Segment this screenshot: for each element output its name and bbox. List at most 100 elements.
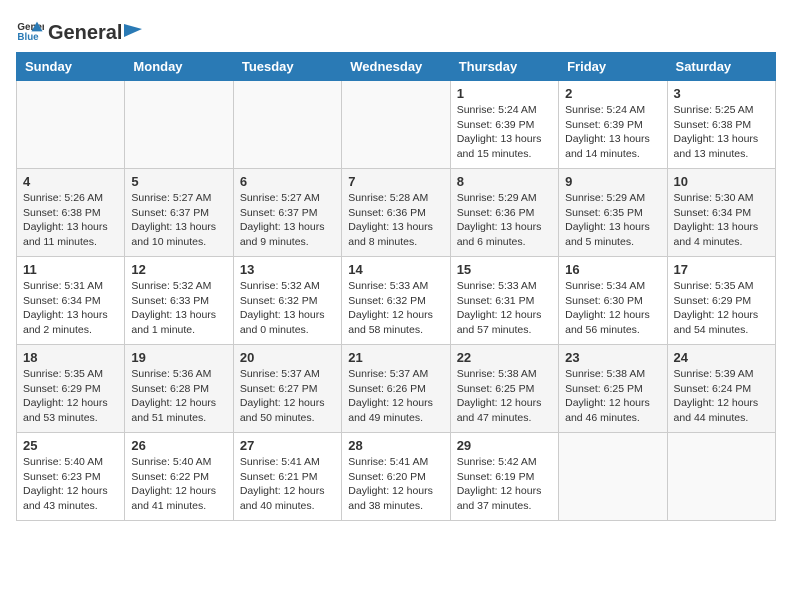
weekday-header: Monday [125,53,233,81]
day-info: Sunrise: 5:39 AM Sunset: 6:24 PM Dayligh… [674,367,769,426]
calendar-cell: 29 Sunrise: 5:42 AM Sunset: 6:19 PM Dayli… [450,433,558,521]
day-number: 20 [240,350,335,365]
svg-text:Blue: Blue [17,32,39,43]
day-info: Sunrise: 5:38 AM Sunset: 6:25 PM Dayligh… [565,367,660,426]
calendar-cell: 12Sunrise: 5:32 AM Sunset: 6:33 PM Dayli… [125,257,233,345]
calendar-cell: 25 Sunrise: 5:40 AM Sunset: 6:23 PM Dayli… [17,433,125,521]
calendar-cell: 7 Sunrise: 5:28 AM Sunset: 6:36 PM Daylig… [342,169,450,257]
calendar-cell: 15Sunrise: 5:33 AM Sunset: 6:31 PM Dayli… [450,257,558,345]
day-info: Sunrise: 5:40 AM Sunset: 6:23 PM Dayligh… [23,455,118,514]
day-number: 9 [565,174,660,189]
day-number: 21 [348,350,443,365]
day-number: 22 [457,350,552,365]
calendar-cell: 24Sunrise: 5:39 AM Sunset: 6:24 PM Dayli… [667,345,775,433]
day-info: Sunrise: 5:41 AM Sunset: 6:20 PM Dayligh… [348,455,443,514]
weekday-header: Sunday [17,53,125,81]
day-number: 14 [348,262,443,277]
calendar-header-row: SundayMondayTuesdayWednesdayThursdayFrid… [17,53,776,81]
day-number: 16 [565,262,660,277]
day-number: 5 [131,174,226,189]
calendar-cell: 13 Sunrise: 5:32 AM Sunset: 6:32 PM Dayli… [233,257,341,345]
logo-arrow [124,19,144,39]
day-number: 2 [565,86,660,101]
day-info: Sunrise: 5:25 AM Sunset: 6:38 PM Dayligh… [674,103,769,162]
day-number: 7 [348,174,443,189]
calendar-cell: 20 Sunrise: 5:37 AM Sunset: 6:27 PM Dayli… [233,345,341,433]
calendar-cell: 27Sunrise: 5:41 AM Sunset: 6:21 PM Dayli… [233,433,341,521]
weekday-header: Wednesday [342,53,450,81]
weekday-header: Friday [559,53,667,81]
logo-general: General [48,22,122,45]
day-number: 13 [240,262,335,277]
calendar-cell: 2 Sunrise: 5:24 AM Sunset: 6:39 PM Daylig… [559,81,667,169]
day-info: Sunrise: 5:38 AM Sunset: 6:25 PM Dayligh… [457,367,552,426]
day-info: Sunrise: 5:26 AM Sunset: 6:38 PM Dayligh… [23,191,118,250]
calendar-cell: 19 Sunrise: 5:36 AM Sunset: 6:28 PM Dayli… [125,345,233,433]
day-info: Sunrise: 5:36 AM Sunset: 6:28 PM Dayligh… [131,367,226,426]
calendar-cell: 23 Sunrise: 5:38 AM Sunset: 6:25 PM Dayli… [559,345,667,433]
day-number: 8 [457,174,552,189]
day-info: Sunrise: 5:34 AM Sunset: 6:30 PM Dayligh… [565,279,660,338]
calendar-cell: 3 Sunrise: 5:25 AM Sunset: 6:38 PM Daylig… [667,81,775,169]
day-number: 1 [457,86,552,101]
day-number: 10 [674,174,769,189]
day-info: Sunrise: 5:32 AM Sunset: 6:33 PM Dayligh… [131,279,226,338]
day-number: 25 [23,438,118,453]
day-number: 4 [23,174,118,189]
day-info: Sunrise: 5:29 AM Sunset: 6:36 PM Dayligh… [457,191,552,250]
logo: General Blue General [16,16,144,44]
day-info: Sunrise: 5:24 AM Sunset: 6:39 PM Dayligh… [565,103,660,162]
calendar-cell: 6 Sunrise: 5:27 AM Sunset: 6:37 PM Daylig… [233,169,341,257]
calendar-cell: 14 Sunrise: 5:33 AM Sunset: 6:32 PM Dayli… [342,257,450,345]
calendar-cell: 26Sunrise: 5:40 AM Sunset: 6:22 PM Dayli… [125,433,233,521]
calendar-cell: 28 Sunrise: 5:41 AM Sunset: 6:20 PM Dayli… [342,433,450,521]
calendar-week-row: 1 Sunrise: 5:24 AM Sunset: 6:39 PM Daylig… [17,81,776,169]
calendar-cell [342,81,450,169]
calendar-cell: 17Sunrise: 5:35 AM Sunset: 6:29 PM Dayli… [667,257,775,345]
weekday-header: Thursday [450,53,558,81]
day-number: 18 [23,350,118,365]
calendar-cell: 21Sunrise: 5:37 AM Sunset: 6:26 PM Dayli… [342,345,450,433]
calendar-cell: 18 Sunrise: 5:35 AM Sunset: 6:29 PM Dayli… [17,345,125,433]
day-info: Sunrise: 5:32 AM Sunset: 6:32 PM Dayligh… [240,279,335,338]
calendar-cell: 8 Sunrise: 5:29 AM Sunset: 6:36 PM Daylig… [450,169,558,257]
day-number: 19 [131,350,226,365]
calendar-cell: 22 Sunrise: 5:38 AM Sunset: 6:25 PM Dayli… [450,345,558,433]
day-info: Sunrise: 5:27 AM Sunset: 6:37 PM Dayligh… [131,191,226,250]
day-info: Sunrise: 5:30 AM Sunset: 6:34 PM Dayligh… [674,191,769,250]
day-number: 6 [240,174,335,189]
day-number: 29 [457,438,552,453]
calendar-cell [559,433,667,521]
day-info: Sunrise: 5:35 AM Sunset: 6:29 PM Dayligh… [23,367,118,426]
day-info: Sunrise: 5:42 AM Sunset: 6:19 PM Dayligh… [457,455,552,514]
calendar-cell [17,81,125,169]
day-number: 26 [131,438,226,453]
calendar-week-row: 18 Sunrise: 5:35 AM Sunset: 6:29 PM Dayli… [17,345,776,433]
calendar-cell: 11Sunrise: 5:31 AM Sunset: 6:34 PM Dayli… [17,257,125,345]
calendar-cell: 4 Sunrise: 5:26 AM Sunset: 6:38 PM Daylig… [17,169,125,257]
calendar-cell: 1 Sunrise: 5:24 AM Sunset: 6:39 PM Daylig… [450,81,558,169]
day-info: Sunrise: 5:28 AM Sunset: 6:36 PM Dayligh… [348,191,443,250]
calendar-week-row: 11Sunrise: 5:31 AM Sunset: 6:34 PM Dayli… [17,257,776,345]
calendar-cell: 10 Sunrise: 5:30 AM Sunset: 6:34 PM Dayli… [667,169,775,257]
logo-icon: General Blue [16,16,44,44]
day-info: Sunrise: 5:41 AM Sunset: 6:21 PM Dayligh… [240,455,335,514]
calendar-cell: 5 Sunrise: 5:27 AM Sunset: 6:37 PM Daylig… [125,169,233,257]
calendar-week-row: 25 Sunrise: 5:40 AM Sunset: 6:23 PM Dayli… [17,433,776,521]
day-number: 11 [23,262,118,277]
day-info: Sunrise: 5:37 AM Sunset: 6:27 PM Dayligh… [240,367,335,426]
calendar-cell [125,81,233,169]
day-info: Sunrise: 5:29 AM Sunset: 6:35 PM Dayligh… [565,191,660,250]
calendar-table: SundayMondayTuesdayWednesdayThursdayFrid… [16,52,776,521]
day-info: Sunrise: 5:27 AM Sunset: 6:37 PM Dayligh… [240,191,335,250]
day-info: Sunrise: 5:33 AM Sunset: 6:32 PM Dayligh… [348,279,443,338]
weekday-header: Tuesday [233,53,341,81]
day-number: 3 [674,86,769,101]
day-number: 23 [565,350,660,365]
calendar-cell [233,81,341,169]
day-number: 17 [674,262,769,277]
day-number: 28 [348,438,443,453]
calendar-cell: 16 Sunrise: 5:34 AM Sunset: 6:30 PM Dayli… [559,257,667,345]
day-info: Sunrise: 5:24 AM Sunset: 6:39 PM Dayligh… [457,103,552,162]
page-header: General Blue General [16,16,776,44]
